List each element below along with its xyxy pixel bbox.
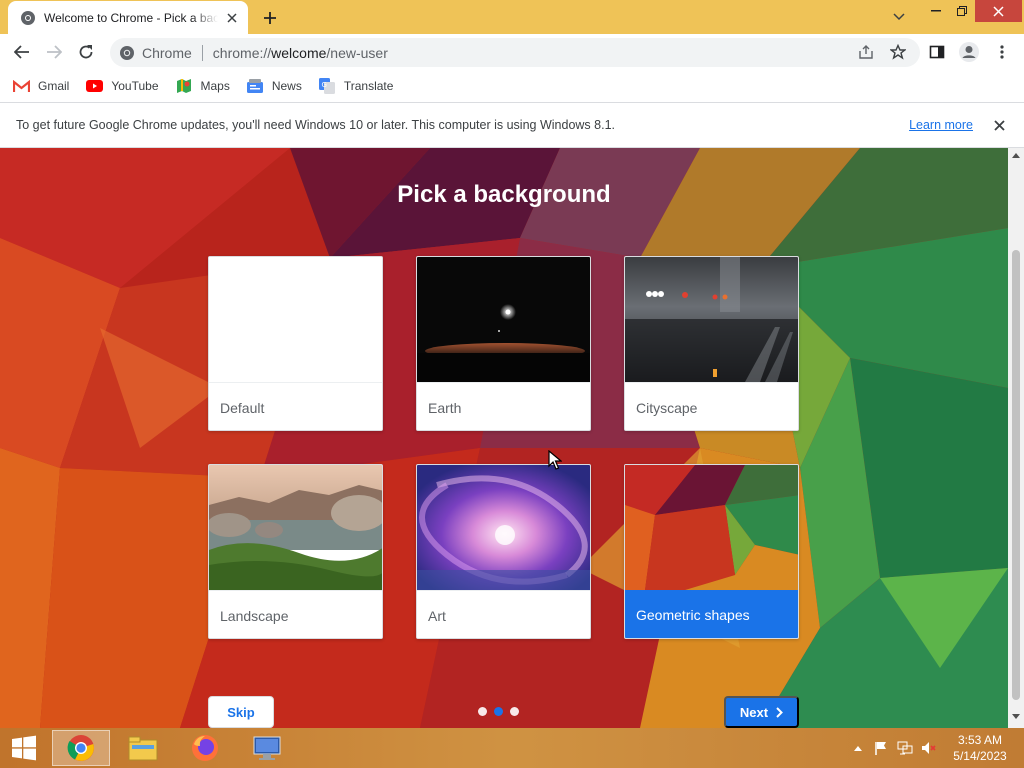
bookmark-label: News (271, 79, 302, 93)
url-domain: welcome (271, 44, 327, 61)
clock-time: 3:53 AM (957, 733, 1003, 747)
window-close-icon[interactable] (975, 0, 1022, 22)
tab-title: Welcome to Chrome - Pick a background (44, 10, 218, 25)
bookmark-star-icon[interactable] (884, 38, 912, 66)
bookmark-label: YouTube (111, 79, 159, 93)
restore-icon[interactable] (949, 0, 975, 22)
windows-start-icon[interactable] (0, 730, 48, 766)
bookmark-label: Translate (343, 79, 394, 93)
bookmark-youtube[interactable]: YouTube (85, 79, 159, 93)
url-host: chrome:// (212, 44, 272, 61)
tray-flag-icon[interactable] (873, 740, 889, 756)
back-arrow-icon[interactable] (8, 38, 36, 66)
active-tab[interactable]: Welcome to Chrome - Pick a background (8, 1, 248, 34)
scrollbar-thumb[interactable] (1012, 250, 1020, 700)
mouse-cursor-icon (548, 450, 562, 470)
youtube-icon (85, 79, 103, 93)
scroll-up-icon[interactable] (1012, 152, 1020, 158)
minimize-icon[interactable] (923, 0, 949, 22)
bookmark-maps[interactable]: Maps (175, 79, 230, 93)
earth-thumbnail (417, 257, 590, 382)
cityscape-thumbnail (625, 257, 798, 382)
geometric-shapes-thumbnail (625, 465, 798, 590)
forward-arrow-icon[interactable] (40, 38, 68, 66)
bookmark-gmail[interactable]: Gmail (12, 79, 69, 93)
taskbar-firefox-icon[interactable] (176, 730, 234, 766)
update-infobar: To get future Google Chrome updates, you… (0, 102, 1024, 148)
infobar-close-icon[interactable] (991, 117, 1007, 133)
skip-button[interactable]: Skip (208, 696, 274, 728)
card-label: Cityscape (625, 382, 798, 430)
windows-taskbar: 3:53 AM 5/14/2023 (0, 728, 1024, 768)
bookmark-news[interactable]: News (246, 79, 302, 93)
card-label: Art (417, 590, 590, 638)
chevron-right-icon (776, 706, 784, 718)
chrome-site-icon (120, 45, 134, 60)
background-card-geometric-shapes[interactable]: Geometric shapes (624, 464, 799, 639)
tab-close-icon[interactable] (224, 10, 240, 26)
card-label: Geometric shapes (625, 590, 798, 638)
side-panel-icon[interactable] (923, 38, 951, 66)
omnibox-chip: Chrome (142, 44, 192, 61)
menu-kebab-icon[interactable] (988, 38, 1016, 66)
step-dot-2 (494, 707, 503, 716)
omnibox-separator (201, 44, 203, 61)
next-button-label: Next (739, 704, 769, 720)
geometric-background (0, 148, 1008, 728)
scroll-down-icon[interactable] (1012, 714, 1020, 720)
taskbar-file-explorer-icon[interactable] (114, 730, 172, 766)
reload-icon[interactable] (72, 38, 100, 66)
card-thumbnail (209, 257, 382, 382)
background-card-art[interactable]: Art (416, 464, 591, 639)
background-card-default[interactable]: Default (208, 256, 383, 431)
toolbar: Chrome chrome://welcome/new-user (0, 34, 1024, 70)
taskbar-chrome-icon[interactable] (52, 730, 110, 766)
maps-icon (175, 79, 193, 93)
learn-more-link[interactable]: Learn more (909, 118, 973, 132)
new-tab-icon[interactable] (259, 7, 281, 29)
step-indicator (478, 707, 526, 716)
address-bar[interactable]: Chrome chrome://welcome/new-user (110, 38, 920, 67)
bookmark-label: Gmail (38, 79, 70, 93)
bookmarks-bar: Gmail YouTube Maps News G Translate (0, 70, 1024, 102)
card-label: Earth (417, 382, 590, 430)
bookmark-translate[interactable]: G Translate (318, 78, 394, 94)
step-dot-3 (510, 707, 519, 716)
title-bar: Welcome to Chrome - Pick a background (0, 0, 1024, 34)
next-button[interactable]: Next (724, 696, 799, 728)
bookmark-label: Maps (200, 79, 230, 93)
page-title: Pick a background (397, 181, 611, 208)
profile-avatar-icon[interactable] (955, 38, 983, 66)
art-thumbnail (417, 465, 590, 590)
card-label: Default (209, 382, 382, 430)
gmail-icon (12, 79, 30, 93)
landscape-thumbnail (209, 465, 382, 590)
card-label: Landscape (209, 590, 382, 638)
news-icon (246, 79, 264, 93)
page-scrollbar[interactable] (1008, 148, 1024, 728)
infobar-message: To get future Google Chrome updates, you… (16, 118, 615, 132)
url-text: chrome://welcome/new-user (213, 45, 388, 61)
tray-show-hidden-icon[interactable] (850, 740, 866, 756)
svg-text:G: G (321, 81, 326, 89)
background-card-landscape[interactable]: Landscape (208, 464, 383, 639)
background-card-cityscape[interactable]: Cityscape (624, 256, 799, 431)
url-path: /new-user (326, 44, 388, 61)
taskbar-remote-desktop-icon[interactable] (238, 730, 296, 766)
share-icon[interactable] (852, 38, 880, 66)
chrome-favicon-icon (21, 10, 35, 25)
tray-network-icon[interactable] (897, 740, 913, 756)
welcome-page: Pick a background Default Earth Cityscap… (0, 148, 1008, 728)
tab-search-chevron-icon[interactable] (888, 6, 910, 28)
background-card-earth[interactable]: Earth (416, 256, 591, 431)
clock-date: 5/14/2023 (953, 749, 1007, 763)
system-clock[interactable]: 3:53 AM 5/14/2023 (946, 732, 1014, 764)
step-dot-1 (478, 707, 487, 716)
tray-volume-muted-icon[interactable] (921, 740, 937, 756)
translate-icon: G (318, 78, 336, 94)
